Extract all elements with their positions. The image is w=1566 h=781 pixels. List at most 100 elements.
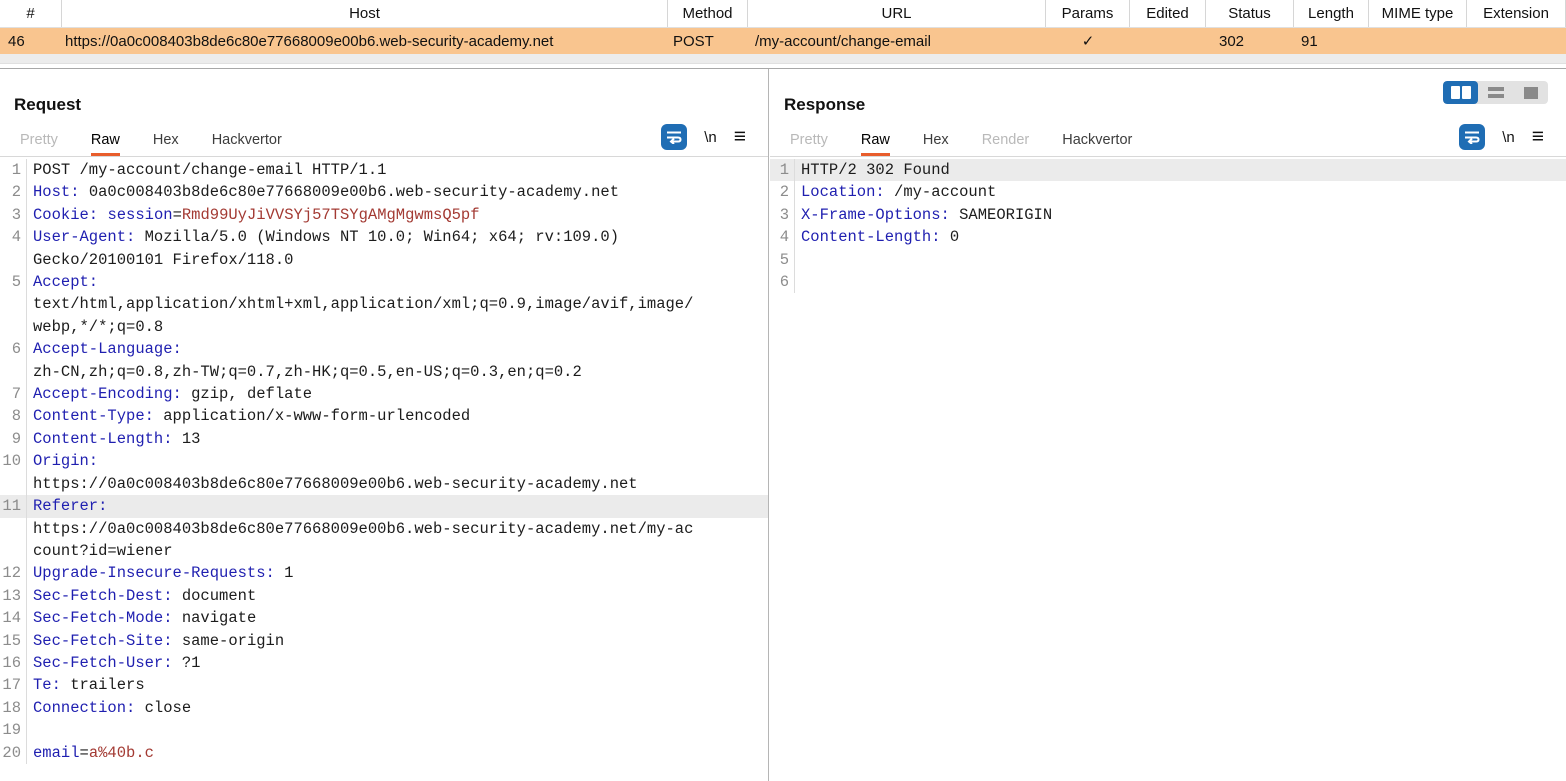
response-panel: Response PrettyRawHexRenderHackvertor \n…	[770, 69, 1566, 781]
code-text: Referer:	[27, 495, 107, 517]
tab-hex[interactable]: Hex	[923, 132, 949, 156]
layout-single-button[interactable]	[1513, 81, 1548, 104]
request-tabs: Pretty Raw Hex Hackvertor \n ≡	[0, 123, 768, 157]
tab-raw[interactable]: Raw	[91, 132, 120, 156]
http-history-table: #HostMethodURLParamsEditedStatusLengthMI…	[0, 0, 1566, 64]
table-next-row-partial[interactable]	[0, 54, 1566, 64]
code-line: webp,*/*;q=0.8	[0, 316, 768, 338]
word-wrap-toggle[interactable]	[661, 124, 687, 150]
code-line: 12Upgrade-Insecure-Requests: 1	[0, 562, 768, 584]
editor-menu-icon[interactable]: ≡	[1532, 130, 1544, 144]
code-line: 5Accept:	[0, 271, 768, 293]
line-number	[0, 293, 27, 315]
newline-toggle[interactable]: \n	[704, 129, 717, 146]
code-line: count?id=wiener	[0, 540, 768, 562]
code-text: Accept-Encoding: gzip, deflate	[27, 383, 312, 405]
code-line: 4User-Agent: Mozilla/5.0 (Windows NT 10.…	[0, 226, 768, 248]
column-header-length[interactable]: Length	[1294, 0, 1369, 27]
word-wrap-toggle[interactable]	[1459, 124, 1485, 150]
column-header-status[interactable]: Status	[1206, 0, 1294, 27]
layout-columns-button[interactable]	[1443, 81, 1478, 104]
line-number	[0, 473, 27, 495]
line-number	[0, 249, 27, 271]
code-text: count?id=wiener	[27, 540, 173, 562]
line-number	[0, 540, 27, 562]
line-number: 17	[0, 674, 27, 696]
tab-hackvertor[interactable]: Hackvertor	[212, 132, 282, 156]
tab-pretty[interactable]: Pretty	[790, 132, 828, 156]
line-number: 6	[770, 271, 795, 293]
column-header-method[interactable]: Method	[668, 0, 748, 27]
editor-menu-icon[interactable]: ≡	[734, 130, 746, 144]
tab-raw[interactable]: Raw	[861, 132, 890, 156]
code-line: 19	[0, 719, 768, 741]
column-header-edited[interactable]: Edited	[1130, 0, 1206, 27]
code-line: zh-CN,zh;q=0.8,zh-TW;q=0.7,zh-HK;q=0.5,e…	[0, 361, 768, 383]
row-cell-status: 302	[1206, 28, 1294, 54]
code-text: webp,*/*;q=0.8	[27, 316, 163, 338]
line-number: 6	[0, 338, 27, 360]
column-header--[interactable]: #	[0, 0, 62, 27]
code-text: Origin:	[27, 450, 98, 472]
line-number: 8	[0, 405, 27, 427]
line-number	[0, 316, 27, 338]
column-header-params[interactable]: Params	[1046, 0, 1130, 27]
code-text: User-Agent: Mozilla/5.0 (Windows NT 10.0…	[27, 226, 619, 248]
code-text: zh-CN,zh;q=0.8,zh-TW;q=0.7,zh-HK;q=0.5,e…	[27, 361, 582, 383]
column-header-mime-type[interactable]: MIME type	[1369, 0, 1467, 27]
tab-render[interactable]: Render	[982, 132, 1030, 156]
code-line: 8Content-Type: application/x-www-form-ur…	[0, 405, 768, 427]
tab-pretty[interactable]: Pretty	[20, 132, 58, 156]
code-text: Sec-Fetch-Dest: document	[27, 585, 256, 607]
code-line: 2Host: 0a0c008403b8de6c80e77668009e00b6.…	[0, 181, 768, 203]
request-raw-editor[interactable]: 1POST /my-account/change-email HTTP/1.12…	[0, 159, 768, 764]
code-line: 4Content-Length: 0	[770, 226, 1566, 248]
code-line: https://0a0c008403b8de6c80e77668009e00b6…	[0, 518, 768, 540]
code-line: 1HTTP/2 302 Found	[770, 159, 1566, 181]
code-text: https://0a0c008403b8de6c80e77668009e00b6…	[27, 473, 638, 495]
tab-hackvertor[interactable]: Hackvertor	[1062, 132, 1132, 156]
code-text	[27, 719, 42, 741]
code-line: 17Te: trailers	[0, 674, 768, 696]
line-number: 3	[770, 204, 795, 226]
code-line: 13Sec-Fetch-Dest: document	[0, 585, 768, 607]
column-header-url[interactable]: URL	[748, 0, 1046, 27]
row-cell-edited	[1130, 28, 1206, 54]
code-line: 1POST /my-account/change-email HTTP/1.1	[0, 159, 768, 181]
tab-hex[interactable]: Hex	[153, 132, 179, 156]
line-number: 12	[0, 562, 27, 584]
row-cell-extension	[1467, 28, 1566, 54]
code-line: 10Origin:	[0, 450, 768, 472]
code-line: Gecko/20100101 Firefox/118.0	[0, 249, 768, 271]
code-line: 2Location: /my-account	[770, 181, 1566, 203]
line-number: 2	[770, 181, 795, 203]
line-number: 1	[0, 159, 27, 181]
code-line: 5	[770, 249, 1566, 271]
code-text: Sec-Fetch-Site: same-origin	[27, 630, 284, 652]
code-text: https://0a0c008403b8de6c80e77668009e00b6…	[27, 518, 693, 540]
row-cell-length: 91	[1294, 28, 1369, 54]
code-text: Accept:	[27, 271, 98, 293]
code-line: 18Connection: close	[0, 697, 768, 719]
request-title: Request	[14, 95, 768, 115]
response-raw-editor[interactable]: 1HTTP/2 302 Found2Location: /my-account3…	[770, 159, 1566, 293]
response-tabs: Pretty Raw Hex Render Hackvertor \n ≡	[770, 123, 1566, 157]
line-number: 18	[0, 697, 27, 719]
column-header-extension[interactable]: Extension	[1467, 0, 1566, 27]
line-number: 19	[0, 719, 27, 741]
code-text: Content-Type: application/x-www-form-url…	[27, 405, 470, 427]
newline-toggle[interactable]: \n	[1502, 129, 1515, 146]
code-text: Gecko/20100101 Firefox/118.0	[27, 249, 293, 271]
code-text: text/html,application/xhtml+xml,applicat…	[27, 293, 693, 315]
code-text: email=a%40b.c	[27, 742, 154, 764]
code-text: HTTP/2 302 Found	[795, 159, 950, 181]
code-line: 15Sec-Fetch-Site: same-origin	[0, 630, 768, 652]
code-line: https://0a0c008403b8de6c80e77668009e00b6…	[0, 473, 768, 495]
code-text: Location: /my-account	[795, 181, 996, 203]
line-number: 16	[0, 652, 27, 674]
code-line: 11Referer:	[0, 495, 768, 517]
layout-stacked-button[interactable]	[1478, 81, 1513, 104]
column-header-host[interactable]: Host	[62, 0, 668, 27]
code-text: Cookie: session=Rmd99UyJiVVSYj57TSYgAMgM…	[27, 204, 480, 226]
table-row[interactable]: 46https://0a0c008403b8de6c80e77668009e00…	[0, 28, 1566, 54]
